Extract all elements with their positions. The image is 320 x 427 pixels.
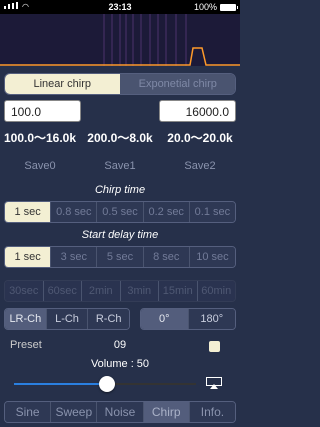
- battery-icon: [220, 3, 238, 11]
- start-delay-option[interactable]: 8 sec: [143, 247, 190, 267]
- chirp-time-selector: 1 sec 0.8 sec 0.5 sec 0.2 sec 0.1 sec: [4, 201, 236, 223]
- start-frequency-input[interactable]: 100.0: [4, 100, 81, 122]
- tab-info[interactable]: Info.: [189, 402, 235, 422]
- save-buttons: Save0 Save1 Save2: [0, 160, 240, 172]
- volume-label: Volume : 50: [90, 358, 150, 370]
- chirp-mode-selector: Linear chirp Exponetial chirp: [4, 73, 236, 95]
- save0-button[interactable]: Save0: [0, 160, 80, 172]
- tab-sweep[interactable]: Sweep: [51, 402, 98, 422]
- start-delay-option[interactable]: 3 sec: [51, 247, 98, 267]
- duration-option[interactable]: 2min: [82, 281, 121, 301]
- chirp-time-option[interactable]: 0.2 sec: [143, 202, 190, 222]
- start-delay-selector: 1 sec 3 sec 5 sec 8 sec 10 sec: [4, 246, 236, 268]
- chirp-time-option[interactable]: 0.5 sec: [97, 202, 144, 222]
- duration-selector: 30sec 60sec 2min 3min 15min 60min: [4, 280, 236, 302]
- preset-number: 09: [113, 339, 127, 351]
- start-delay-label: Start delay time: [81, 229, 159, 241]
- start-delay-option[interactable]: 10 sec: [189, 247, 235, 267]
- chirp-time-option[interactable]: 0.8 sec: [51, 202, 98, 222]
- status-bar: ◠ 23:13 100%: [0, 0, 240, 14]
- tab-chirp[interactable]: Chirp: [143, 402, 190, 422]
- mode-linear-button[interactable]: Linear chirp: [5, 74, 121, 94]
- channel-lr-button[interactable]: LR-Ch: [5, 309, 47, 329]
- duration-option[interactable]: 60sec: [43, 281, 82, 301]
- duration-option[interactable]: 3min: [120, 281, 159, 301]
- range-preset-2[interactable]: 20.0～20.0k: [160, 129, 240, 146]
- phase-180-button[interactable]: 180°: [188, 309, 235, 329]
- volume-slider-thumb[interactable]: [99, 376, 115, 392]
- start-delay-option[interactable]: 1 sec: [5, 247, 52, 267]
- duration-option[interactable]: 15min: [159, 281, 198, 301]
- chirp-time-option[interactable]: 0.1 sec: [189, 202, 235, 222]
- control-panel: Linear chirp Exponetial chirp 100.0 1600…: [0, 66, 240, 427]
- mode-exponential-button[interactable]: Exponetial chirp: [120, 74, 235, 94]
- phase-0-button[interactable]: 0°: [141, 309, 189, 329]
- airplay-icon[interactable]: [206, 377, 222, 389]
- duration-option[interactable]: 60min: [197, 281, 235, 301]
- battery-percent: 100%: [193, 2, 217, 12]
- chirp-time-option[interactable]: 1 sec: [5, 202, 52, 222]
- preset-toggle[interactable]: [209, 341, 220, 352]
- tab-noise[interactable]: Noise: [97, 402, 144, 422]
- volume-slider-track[interactable]: [108, 383, 196, 385]
- end-frequency-input[interactable]: 16000.0: [159, 100, 236, 122]
- start-delay-option[interactable]: 5 sec: [97, 247, 144, 267]
- chirp-time-label: Chirp time: [94, 184, 146, 196]
- range-preset-1[interactable]: 200.0～8.0k: [80, 129, 160, 146]
- channel-selector: LR-Ch L-Ch R-Ch: [4, 308, 130, 330]
- volume-slider-fill: [14, 383, 108, 385]
- phase-selector: 0° 180°: [140, 308, 236, 330]
- channel-l-button[interactable]: L-Ch: [46, 309, 89, 329]
- range-preset-0[interactable]: 100.0～16.0k: [0, 129, 80, 146]
- range-presets: 100.0～16.0k 200.0～8.0k 20.0～20.0k: [0, 129, 240, 146]
- channel-r-button[interactable]: R-Ch: [88, 309, 129, 329]
- tab-sine[interactable]: Sine: [5, 402, 52, 422]
- spectrum-display: [0, 14, 240, 66]
- tab-bar: Sine Sweep Noise Chirp Info.: [4, 401, 236, 423]
- save2-button[interactable]: Save2: [160, 160, 240, 172]
- duration-option[interactable]: 30sec: [5, 281, 44, 301]
- save1-button[interactable]: Save1: [80, 160, 160, 172]
